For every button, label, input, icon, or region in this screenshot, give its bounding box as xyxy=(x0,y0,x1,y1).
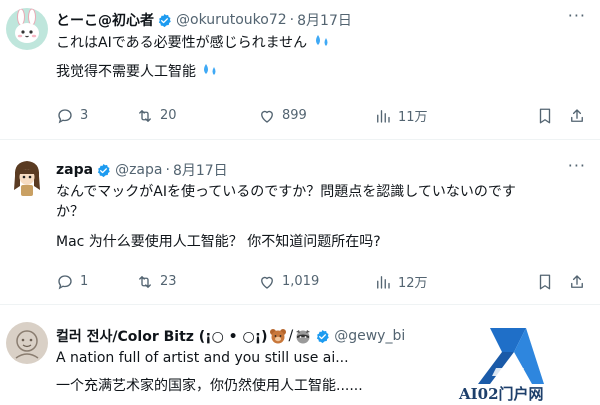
reply-button[interactable]: 3 xyxy=(56,107,136,125)
tweet-translation: Mac 为什么要使用人工智能？ 你不知道问题所在吗? xyxy=(56,232,381,252)
display-name[interactable]: zapa xyxy=(56,162,93,178)
user-handle[interactable]: @zapa xyxy=(115,162,162,178)
like-button[interactable]: 1,019 xyxy=(258,273,374,291)
like-count: 1,019 xyxy=(282,274,320,289)
avatar[interactable] xyxy=(6,156,48,198)
slash-separator: / xyxy=(288,328,294,344)
views-button[interactable]: 12万 xyxy=(374,272,474,291)
views-count: 11万 xyxy=(398,110,428,125)
repost-count: 23 xyxy=(160,274,177,289)
tweet-header: 컬러 전사/Color Bitz (¡○ • ○¡) / @gewy_bi xyxy=(56,326,405,346)
tweet-text-line: 我觉得不需要人工智能 xyxy=(56,64,196,80)
more-icon[interactable]: ··· xyxy=(568,156,586,175)
avatar[interactable] xyxy=(6,8,48,50)
user-handle[interactable]: @gewy_bi xyxy=(334,328,405,344)
like-count: 899 xyxy=(282,108,307,123)
verified-badge-icon xyxy=(317,329,329,343)
tweet-header: とーこ@初心者 @okurutouko72 · 8月17日 xyxy=(56,10,352,30)
avatar[interactable] xyxy=(6,322,48,364)
more-icon[interactable]: ··· xyxy=(568,6,586,25)
tweet-text: これはAIである必要性が感じられません xyxy=(56,33,332,53)
raccoon-emoji-icon xyxy=(296,330,311,344)
heart-icon xyxy=(261,110,273,123)
views-count: 12万 xyxy=(398,276,428,291)
tweet-date[interactable]: 8月17日 xyxy=(173,160,228,180)
tweet-text: A nation full of artist and you still us… xyxy=(56,348,349,368)
views-icon xyxy=(377,109,390,123)
tweet-header: zapa @zapa · 8月17日 xyxy=(56,160,228,180)
share-icon[interactable] xyxy=(568,273,586,291)
separator-dot: · xyxy=(165,162,170,178)
repost-icon xyxy=(139,109,151,122)
reply-icon xyxy=(58,108,72,123)
sweat-drops-icon xyxy=(204,64,216,75)
sweat-drops-icon xyxy=(315,35,328,46)
like-button[interactable]: 899 xyxy=(258,107,374,125)
repost-count: 20 xyxy=(160,108,177,123)
tweet-translation: 我觉得不需要人工智能 xyxy=(56,62,220,82)
heart-icon xyxy=(261,276,273,289)
user-handle[interactable]: @okurutouko72 xyxy=(176,12,287,28)
reply-count: 3 xyxy=(80,108,89,123)
display-name[interactable]: 컬러 전사/Color Bitz (¡○ • ○¡) xyxy=(56,326,267,346)
bear-emoji-icon xyxy=(270,329,287,344)
tweet-text-line: A nation full of artist and you still us… xyxy=(56,350,349,366)
action-bar: 1 23 1,019 12万 xyxy=(56,272,586,291)
reply-button[interactable]: 1 xyxy=(56,273,136,291)
tweet-text-line: なんでマックがAIを使っているのですか？問題点を認識していないのです xyxy=(56,184,516,200)
tweet-text-line: 一个充满艺术家的国家，你仍然使用人工智能...... xyxy=(56,378,363,394)
views-button[interactable]: 11万 xyxy=(374,106,474,125)
watermark-text: AI02门户网 xyxy=(459,385,544,403)
repost-button[interactable]: 20 xyxy=(136,107,258,125)
tweet-text: なんでマックがAIを使っているのですか？問題点を認識していないのです か？ xyxy=(56,182,586,222)
repost-icon xyxy=(139,275,151,288)
display-name[interactable]: とーこ@初心者 xyxy=(56,10,154,30)
share-icon[interactable] xyxy=(568,107,586,125)
tweet-date[interactable]: 8月17日 xyxy=(297,10,352,30)
tweet-translation: 一个充满艺术家的国家，你仍然使用人工智能...... xyxy=(56,376,363,396)
tweet-text-line: これはAIである必要性が感じられません xyxy=(56,35,308,51)
tweet-text-line: Mac 为什么要使用人工智能？ 你不知道问题所在吗? xyxy=(56,234,381,250)
views-icon xyxy=(377,275,390,289)
bookmark-icon[interactable] xyxy=(536,107,554,125)
separator-dot: · xyxy=(289,12,295,28)
verified-badge-icon xyxy=(97,163,110,177)
action-bar: 3 20 899 11万 xyxy=(56,106,586,125)
tweet-text-line: か？ xyxy=(56,204,84,220)
bookmark-icon[interactable] xyxy=(536,273,554,291)
reply-count: 1 xyxy=(80,274,89,289)
reply-icon xyxy=(58,274,72,289)
repost-button[interactable]: 23 xyxy=(136,273,258,291)
verified-badge-icon xyxy=(158,13,171,27)
